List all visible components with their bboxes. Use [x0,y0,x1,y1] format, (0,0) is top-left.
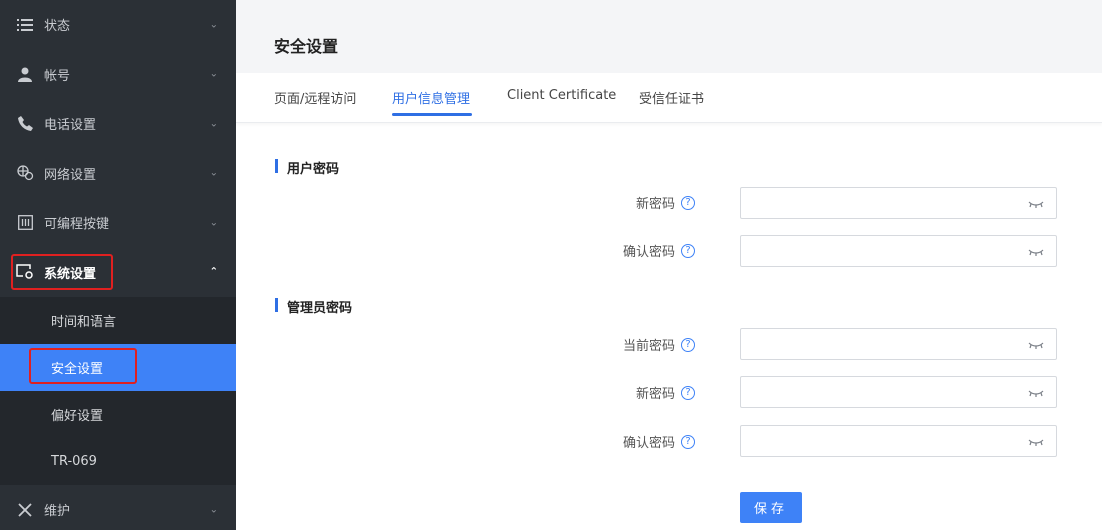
user-new-password-field [740,187,1057,219]
chevron-down-icon: ⌄ [209,217,218,229]
page-title: 安全设置 [274,37,339,56]
submenu-item-label: 安全设置 [51,362,104,377]
phone-icon [16,115,34,133]
sidebar-item-label: 电话设置 [44,118,97,134]
active-tab-indicator [392,113,472,116]
keypad-icon [16,214,34,232]
sidebar-item-system-settings[interactable]: 系统设置 ⌃ [0,248,236,298]
sidebar-item-label: 帐号 [44,68,71,84]
submenu-item-tr069[interactable]: TR-069 [0,438,236,485]
chevron-down-icon: ⌄ [209,118,218,130]
sidebar-item-label: 可编程按键 [44,217,110,233]
page-header: 安全设置 [236,0,1102,73]
tab-bar: 页面/远程访问 用户信息管理 Client Certificate 受信任证书 [236,73,1102,123]
chevron-down-icon: ⌄ [209,504,218,516]
submenu-item-label: 偏好设置 [51,409,104,424]
sidebar-item-label: 系统设置 [44,266,97,282]
section-title-user-password: 用户密码 [275,158,339,177]
admin-current-password-field [740,328,1057,360]
sidebar-item-label: 网络设置 [44,167,97,183]
system-settings-icon [16,263,34,281]
help-icon[interactable]: ? [681,195,695,210]
field-label-text: 当前密码 [622,339,675,354]
sidebar-item-maintenance[interactable]: 维护 ⌄ [0,485,236,530]
field-label-confirm-password: 确认密码 ? [623,432,695,451]
sidebar-item-account[interactable]: 帐号 ⌄ [0,50,236,100]
field-label-new-password: 新密码 ? [636,193,695,212]
sidebar-item-network-settings[interactable]: 网络设置 ⌄ [0,149,236,199]
chevron-up-icon: ⌃ [209,266,218,278]
submenu-item-time-language[interactable]: 时间和语言 [0,297,236,344]
help-icon[interactable]: ? [681,434,695,449]
sidebar-item-label: 状态 [44,19,71,35]
submenu-item-preferences[interactable]: 偏好设置 [0,391,236,438]
eye-closed-icon[interactable] [1028,246,1044,256]
tab-trusted-certificates[interactable]: 受信任证书 [639,88,704,107]
field-label-text: 新密码 [635,197,675,212]
field-label-text: 新密码 [635,387,675,402]
admin-new-password-input[interactable] [741,377,1021,407]
sidebar-item-programmable-keys[interactable]: 可编程按键 ⌄ [0,198,236,248]
user-icon [16,65,34,83]
network-icon [16,164,34,182]
list-icon [16,16,34,34]
submenu-item-label: TR-069 [51,454,97,469]
admin-current-password-input[interactable] [741,329,1021,359]
field-label-current-password: 当前密码 ? [623,335,695,354]
help-icon[interactable]: ? [681,385,695,400]
section-title-admin-password: 管理员密码 [275,297,352,316]
tab-user-info-management[interactable]: 用户信息管理 [392,88,470,107]
eye-closed-icon[interactable] [1028,387,1044,397]
help-icon[interactable]: ? [681,337,695,352]
sidebar-item-status[interactable]: 状态 ⌄ [0,0,236,50]
sidebar-item-label: 维护 [44,504,71,520]
tools-icon [16,501,34,519]
field-label-new-password: 新密码 ? [636,383,695,402]
eye-closed-icon[interactable] [1028,436,1044,446]
save-button[interactable]: 保存 [740,492,802,523]
chevron-down-icon: ⌄ [209,167,218,179]
field-label-text: 确认密码 [622,245,675,260]
tab-web-remote-access[interactable]: 页面/远程访问 [274,88,356,107]
system-settings-submenu: 时间和语言 安全设置 偏好设置 TR-069 [0,297,236,485]
chevron-down-icon: ⌄ [209,68,218,80]
submenu-item-label: 时间和语言 [51,315,117,330]
chevron-down-icon: ⌄ [209,19,218,31]
user-confirm-password-field [740,235,1057,267]
sidebar-item-phone-settings[interactable]: 电话设置 ⌄ [0,99,236,149]
eye-closed-icon[interactable] [1028,339,1044,349]
help-icon[interactable]: ? [681,243,695,258]
field-label-confirm-password: 确认密码 ? [623,241,695,260]
admin-confirm-password-field [740,425,1057,457]
field-label-text: 确认密码 [622,436,675,451]
admin-confirm-password-input[interactable] [741,426,1021,456]
tab-client-certificate[interactable]: Client Certificate [507,88,616,103]
sidebar: 状态 ⌄ 帐号 ⌄ 电话设置 ⌄ 网络设置 ⌄ 可编程按键 ⌄ 系统设置 ⌃ 时… [0,0,236,530]
submenu-item-security-settings[interactable]: 安全设置 [0,344,236,391]
user-new-password-input[interactable] [741,188,1021,218]
user-confirm-password-input[interactable] [741,236,1021,266]
eye-closed-icon[interactable] [1028,198,1044,208]
admin-new-password-field [740,376,1057,408]
